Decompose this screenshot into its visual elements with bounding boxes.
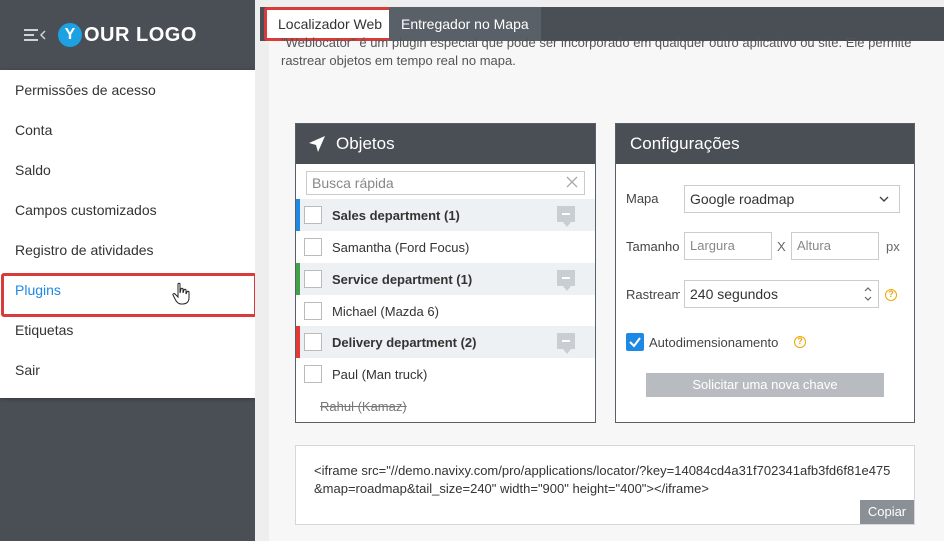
settings-menu: Permissões de acesso Conta Saldo Campos … bbox=[0, 70, 257, 398]
help-icon[interactable]: ? bbox=[794, 336, 806, 348]
objects-title: Objetos bbox=[336, 134, 395, 153]
request-new-key-button[interactable]: Solicitar uma nova chave bbox=[646, 373, 884, 397]
map-select-value: Google roadmap bbox=[690, 191, 795, 207]
group-row-service[interactable]: Service department (1) bbox=[296, 263, 595, 295]
object-label: Samantha (Ford Focus) bbox=[332, 239, 470, 255]
embed-code-text[interactable]: <iframe src="//demo.navixy.com/pro/appli… bbox=[314, 462, 899, 498]
quick-search-placeholder: Busca rápida bbox=[312, 175, 394, 191]
objects-header: Objetos bbox=[296, 124, 595, 164]
quick-search-input[interactable]: Busca rápida bbox=[306, 171, 585, 195]
menu-item-activity-log[interactable]: Registro de atividades bbox=[0, 230, 255, 270]
settings-title: Configurações bbox=[630, 134, 740, 153]
track-duration-value: 240 segundos bbox=[690, 286, 778, 302]
group-checkbox[interactable] bbox=[304, 270, 322, 288]
message-icon[interactable] bbox=[557, 270, 575, 291]
group-row-sales[interactable]: Sales department (1) bbox=[296, 199, 595, 231]
object-label: Michael (Mazda 6) bbox=[332, 303, 439, 319]
group-row-delivery[interactable]: Delivery department (2) bbox=[296, 326, 595, 358]
track-label: Rastreamento bbox=[626, 287, 680, 302]
object-row[interactable]: Paul (Man truck) bbox=[296, 358, 595, 390]
group-label: Sales department (1) bbox=[332, 207, 460, 223]
help-icon[interactable]: ? bbox=[885, 289, 897, 301]
autosize-checkbox[interactable] bbox=[626, 333, 644, 351]
sidebar-header: Y OUR LOGO bbox=[0, 0, 255, 70]
group-color-bar bbox=[296, 199, 300, 231]
message-icon[interactable] bbox=[557, 333, 575, 354]
object-checkbox[interactable] bbox=[304, 238, 322, 256]
embed-code-box: <iframe src="//demo.navixy.com/pro/appli… bbox=[295, 445, 915, 525]
menu-item-balance[interactable]: Saldo bbox=[0, 150, 255, 190]
settings-panel: Configurações Mapa Google roadmap Tamanh… bbox=[615, 123, 915, 423]
group-label: Delivery department (2) bbox=[332, 334, 477, 350]
clear-icon[interactable] bbox=[566, 176, 578, 188]
map-select[interactable]: Google roadmap bbox=[684, 185, 900, 213]
height-input[interactable]: Altura bbox=[791, 232, 879, 260]
message-icon[interactable] bbox=[557, 206, 575, 227]
menu-item-account[interactable]: Conta bbox=[0, 110, 255, 150]
menu-item-access-permissions[interactable]: Permissões de acesso bbox=[0, 70, 255, 110]
main-content: Localizador Web Entregador no Mapa "Webl… bbox=[255, 0, 944, 541]
size-separator: X bbox=[777, 239, 786, 254]
object-row-disabled: Rahul (Kamaz) bbox=[296, 390, 595, 422]
track-duration-input[interactable]: 240 segundos bbox=[684, 280, 879, 308]
plugin-description: "Weblocator" é um plugin especial que po… bbox=[281, 35, 912, 68]
autosize-label: Autodimensionamento bbox=[649, 335, 779, 350]
navigation-arrow-icon bbox=[309, 136, 325, 152]
logo: Y OUR LOGO bbox=[58, 23, 197, 47]
menu-item-logout[interactable]: Sair bbox=[0, 350, 255, 390]
menu-item-plugins[interactable]: Plugins bbox=[0, 270, 257, 317]
copy-button[interactable]: Copiar bbox=[860, 500, 914, 524]
objects-panel: Objetos Busca rápida Sales department (1… bbox=[295, 123, 596, 423]
group-label: Service department (1) bbox=[332, 271, 473, 287]
group-checkbox[interactable] bbox=[304, 333, 322, 351]
hand-cursor-icon bbox=[172, 282, 190, 305]
object-row[interactable]: Michael (Mazda 6) bbox=[296, 295, 595, 327]
spinner-icon[interactable] bbox=[864, 285, 872, 303]
object-checkbox[interactable] bbox=[304, 302, 322, 320]
chevron-down-icon bbox=[879, 196, 889, 202]
group-color-bar bbox=[296, 263, 300, 295]
menu-item-tags[interactable]: Etiquetas bbox=[0, 310, 255, 350]
object-label: Paul (Man truck) bbox=[332, 366, 428, 382]
check-icon bbox=[629, 337, 641, 348]
size-unit: px bbox=[886, 239, 900, 254]
settings-header: Configurações bbox=[616, 124, 914, 164]
object-row[interactable]: Samantha (Ford Focus) bbox=[296, 231, 595, 263]
group-color-bar bbox=[296, 326, 300, 358]
menu-item-plugins-label: Plugins bbox=[15, 282, 61, 298]
group-checkbox[interactable] bbox=[304, 206, 322, 224]
size-label: Tamanho bbox=[626, 239, 680, 254]
object-label: Rahul (Kamaz) bbox=[320, 398, 407, 414]
menu-collapse-icon[interactable] bbox=[24, 27, 46, 43]
logo-text: OUR LOGO bbox=[84, 23, 197, 46]
map-label: Mapa bbox=[626, 191, 659, 206]
menu-item-custom-fields[interactable]: Campos customizados bbox=[0, 190, 255, 230]
object-checkbox[interactable] bbox=[304, 365, 322, 383]
width-input[interactable]: Largura bbox=[684, 232, 772, 260]
logo-mark: Y bbox=[58, 23, 82, 47]
